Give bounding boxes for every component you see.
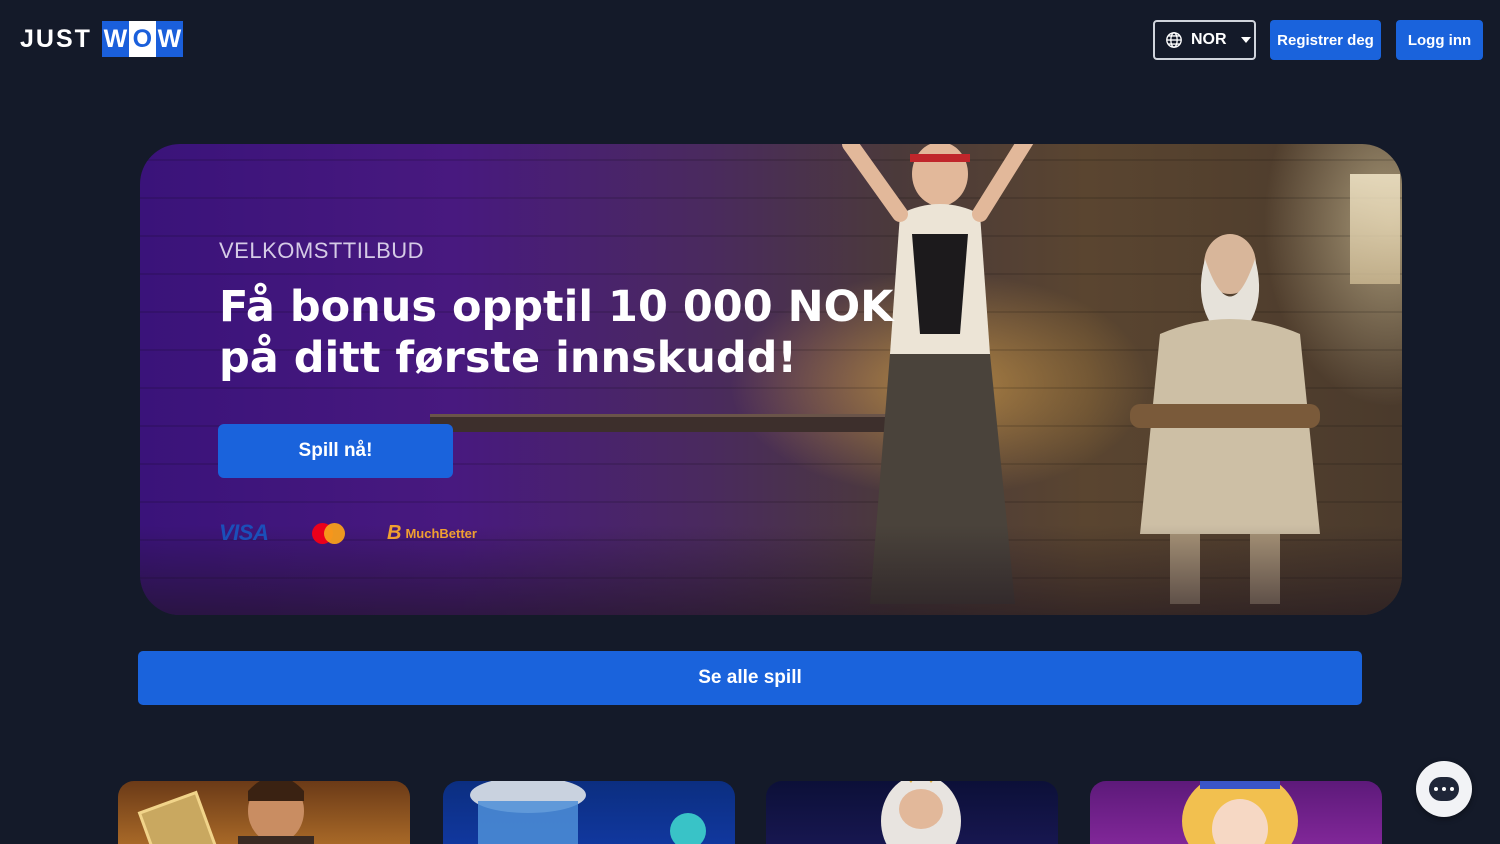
language-selector[interactable]: NOR	[1153, 20, 1256, 60]
chat-button[interactable]	[1416, 761, 1472, 817]
hero-eyebrow: VELKOMSTTILBUD	[219, 238, 425, 263]
language-code: NOR	[1191, 31, 1227, 48]
hero-window-light	[1350, 174, 1400, 284]
globe-icon	[1166, 32, 1182, 48]
visa-logo: VISA	[219, 520, 269, 545]
game-card-art	[1182, 781, 1298, 844]
hero-title-line: på ditt første innskudd!	[219, 333, 798, 383]
logo-wow: W O W	[101, 21, 183, 57]
mastercard-icon	[312, 520, 345, 546]
game-card-art	[881, 781, 961, 844]
logo[interactable]: JUST W O W	[20, 18, 183, 60]
game-card[interactable]	[443, 781, 735, 844]
muchbetter-icon: B	[387, 521, 402, 544]
game-card[interactable]	[1090, 781, 1382, 844]
see-all-games-button[interactable]: Se alle spill	[138, 651, 1362, 705]
muchbetter-logo: B MuchBetter	[387, 520, 477, 546]
hero-title-line: Få bonus opptil 10 000 NOK	[219, 282, 894, 332]
hero-title: Få bonus opptil 10 000 NOK på ditt først…	[219, 282, 919, 384]
game-card[interactable]	[766, 781, 1058, 844]
game-card-art	[137, 781, 314, 844]
logo-text-just: JUST	[20, 24, 92, 53]
login-button[interactable]: Logg inn	[1396, 20, 1483, 60]
logo-letter: W	[101, 21, 129, 57]
muchbetter-label: MuchBetter	[405, 525, 477, 541]
logo-letter: O	[128, 21, 156, 57]
chevron-down-icon	[1240, 37, 1251, 43]
play-now-button[interactable]: Spill nå!	[218, 424, 453, 478]
logo-letter: W	[155, 21, 183, 57]
game-card[interactable]	[118, 781, 410, 844]
chat-icon	[1429, 777, 1459, 801]
game-card-art	[470, 781, 706, 844]
register-button[interactable]: Registrer deg	[1270, 20, 1381, 60]
